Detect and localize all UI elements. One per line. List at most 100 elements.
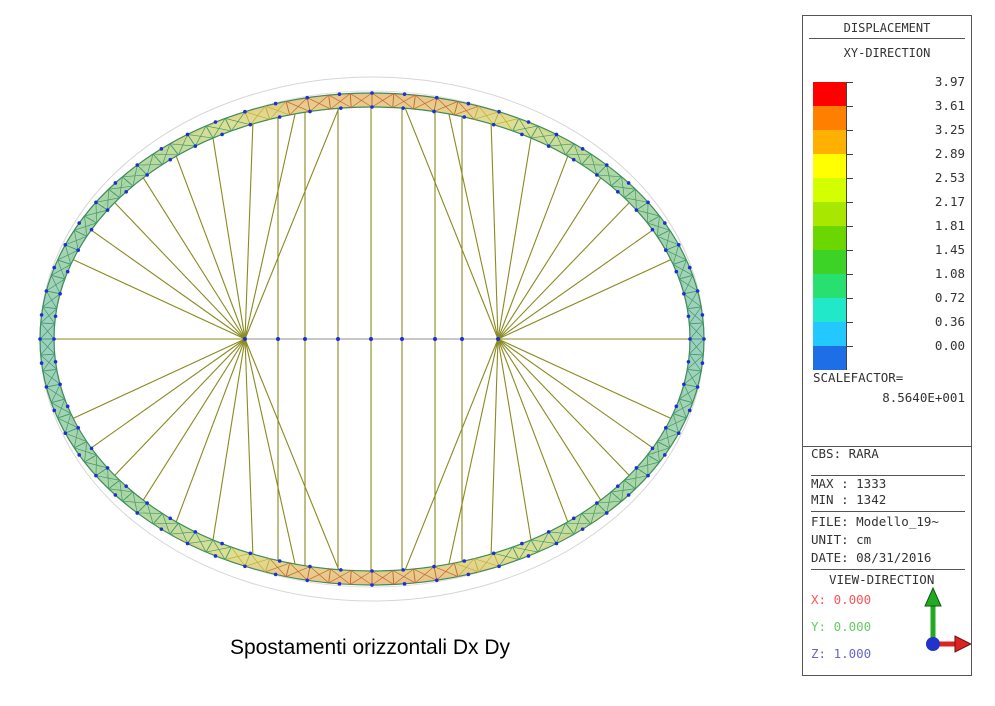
legend-value: 0.72 bbox=[885, 290, 965, 305]
node bbox=[274, 573, 278, 577]
node bbox=[646, 474, 650, 478]
legend-value: 3.25 bbox=[885, 122, 965, 137]
node bbox=[160, 147, 164, 151]
node bbox=[45, 385, 49, 389]
node bbox=[274, 102, 278, 106]
spoke-member bbox=[498, 230, 653, 339]
node bbox=[497, 564, 501, 568]
spoke-member bbox=[245, 339, 339, 570]
node bbox=[687, 360, 691, 364]
node bbox=[547, 144, 551, 148]
legend-tick bbox=[847, 298, 853, 299]
node bbox=[595, 501, 599, 505]
node bbox=[40, 361, 44, 365]
node bbox=[94, 474, 98, 478]
node bbox=[305, 578, 309, 582]
node bbox=[646, 201, 650, 205]
spoke-member bbox=[449, 114, 498, 339]
node bbox=[77, 221, 81, 225]
node bbox=[370, 569, 374, 573]
node bbox=[635, 208, 639, 212]
legend-tick bbox=[847, 178, 853, 179]
spoke-member bbox=[491, 124, 498, 339]
legend-value: 2.17 bbox=[885, 194, 965, 209]
figure-caption: Spostamenti orizzontali Dx Dy bbox=[0, 636, 740, 660]
node bbox=[432, 110, 436, 114]
node bbox=[663, 453, 667, 457]
node bbox=[682, 382, 686, 386]
node bbox=[338, 582, 342, 586]
spoke-member bbox=[115, 203, 245, 339]
node bbox=[214, 120, 218, 124]
spoke-member bbox=[115, 339, 245, 475]
node bbox=[278, 115, 282, 119]
node bbox=[687, 314, 691, 318]
node bbox=[696, 289, 700, 293]
node bbox=[369, 337, 373, 341]
spoke-member bbox=[91, 230, 245, 339]
node bbox=[52, 266, 56, 270]
legend-value: 3.61 bbox=[885, 98, 965, 113]
node bbox=[168, 158, 172, 162]
rule-3 bbox=[811, 569, 965, 570]
spoke-member bbox=[91, 339, 245, 448]
spoke-member bbox=[498, 339, 629, 475]
legend-title: DISPLACEMENT bbox=[809, 16, 965, 39]
node bbox=[90, 447, 94, 451]
scalefactor-label: SCALEFACTOR= bbox=[813, 370, 903, 385]
legend-value: 3.97 bbox=[885, 74, 965, 89]
legend-swatch bbox=[813, 106, 847, 130]
legend-swatch bbox=[813, 82, 847, 106]
node bbox=[339, 106, 343, 110]
spoke-member bbox=[498, 339, 653, 448]
node bbox=[168, 517, 172, 521]
spoke-member bbox=[498, 138, 531, 339]
spoke-member bbox=[405, 108, 498, 339]
spoke-member bbox=[491, 339, 498, 554]
spoke-member bbox=[245, 108, 339, 339]
node bbox=[58, 382, 62, 386]
node bbox=[106, 208, 110, 212]
node bbox=[400, 337, 404, 341]
node bbox=[435, 96, 439, 100]
legend-value: 2.53 bbox=[885, 170, 965, 185]
legend-tick bbox=[847, 130, 853, 131]
color-scale-legend: 3.973.613.252.892.532.171.811.451.080.72… bbox=[803, 78, 971, 358]
node bbox=[76, 248, 80, 252]
view-direction-title: VIEW-DIRECTION bbox=[829, 572, 934, 587]
node bbox=[94, 201, 98, 205]
node bbox=[677, 431, 681, 435]
node bbox=[186, 542, 190, 546]
legend-swatch bbox=[813, 178, 847, 202]
node bbox=[308, 110, 312, 114]
node bbox=[492, 552, 496, 556]
node bbox=[52, 337, 56, 341]
node bbox=[651, 228, 655, 232]
model-viewport[interactable] bbox=[0, 0, 780, 701]
node bbox=[66, 270, 70, 274]
node bbox=[555, 133, 559, 137]
node bbox=[401, 106, 405, 110]
node bbox=[135, 163, 139, 167]
axis-triad-icon bbox=[921, 586, 971, 666]
node bbox=[463, 559, 467, 563]
legend-value: 0.00 bbox=[885, 338, 965, 353]
spoke-member bbox=[143, 178, 245, 339]
legend-swatch bbox=[813, 202, 847, 226]
node bbox=[38, 337, 42, 341]
node bbox=[106, 466, 110, 470]
node bbox=[572, 158, 576, 162]
node bbox=[581, 147, 585, 151]
view-y: Y: 0.000 bbox=[811, 619, 871, 634]
node bbox=[701, 361, 705, 365]
node bbox=[54, 314, 58, 318]
node bbox=[45, 289, 49, 293]
legend-tick bbox=[847, 154, 853, 155]
legend-swatch bbox=[813, 322, 847, 346]
node bbox=[432, 565, 436, 569]
node bbox=[688, 266, 692, 270]
node bbox=[496, 337, 500, 341]
node bbox=[555, 542, 559, 546]
node bbox=[675, 405, 679, 409]
legend-tick bbox=[847, 250, 853, 251]
